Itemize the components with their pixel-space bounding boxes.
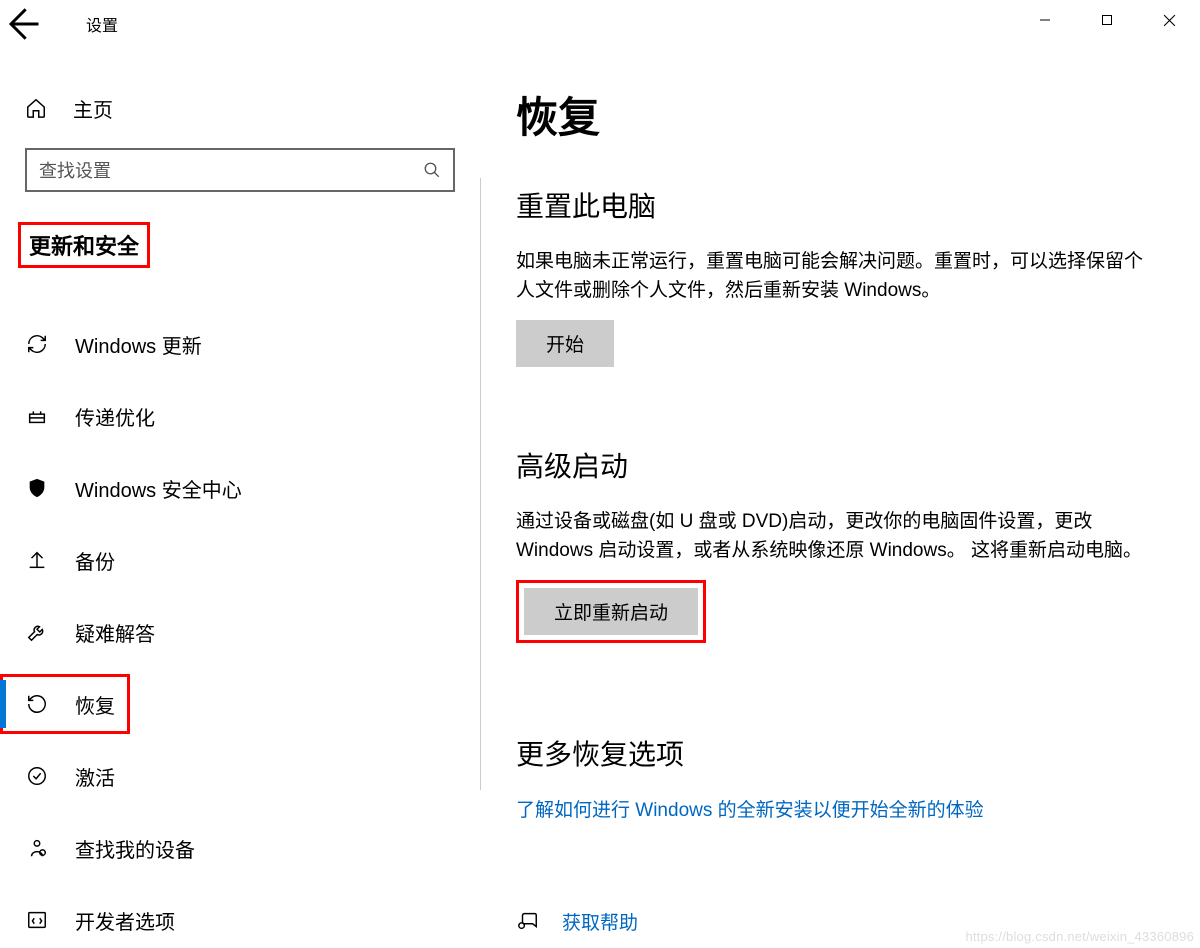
app-title: 设置	[86, 12, 118, 36]
shield-icon	[26, 477, 48, 499]
sidebar-item-label: 备份	[75, 546, 115, 575]
advanced-heading: 高级启动	[516, 445, 1160, 485]
sync-icon	[26, 333, 48, 355]
code-icon	[26, 909, 48, 931]
recovery-icon	[26, 693, 48, 715]
sidebar-item-developers[interactable]: 开发者选项	[0, 890, 480, 948]
search-icon	[423, 161, 441, 179]
sidebar-item-delivery-optimization[interactable]: 传递优化	[0, 386, 480, 446]
close-button[interactable]	[1138, 0, 1200, 40]
reset-description: 如果电脑未正常运行，重置电脑可能会解决问题。重置时，可以选择保留个人文件或删除个…	[516, 247, 1160, 306]
help-chat-icon	[517, 910, 539, 932]
sidebar-item-troubleshoot[interactable]: 疑难解答	[0, 602, 480, 662]
section-advanced-startup: 高级启动 通过设备或磁盘(如 U 盘或 DVD)启动，更改你的电脑固件设置，更改…	[516, 445, 1160, 643]
sidebar-item-label: 疑难解答	[75, 618, 155, 647]
sidebar-item-label: 开发者选项	[75, 906, 175, 935]
sidebar-nav: Windows 更新 传递优化 Windows 安全中心 备份 疑难解答 恢复	[0, 314, 480, 948]
vertical-divider	[480, 178, 481, 790]
page-title: 恢复	[516, 84, 1160, 145]
sidebar-item-label: 查找我的设备	[75, 834, 195, 863]
section-reset-pc: 重置此电脑 如果电脑未正常运行，重置电脑可能会解决问题。重置时，可以选择保留个人…	[516, 185, 1160, 367]
sidebar-category: 更新和安全	[18, 222, 150, 268]
sidebar-item-label: Windows 安全中心	[75, 474, 242, 503]
advanced-description: 通过设备或磁盘(如 U 盘或 DVD)启动，更改你的电脑固件设置，更改 Wind…	[516, 507, 1160, 566]
sidebar-item-label: 激活	[75, 762, 115, 791]
sidebar-item-label: 恢复	[75, 690, 115, 719]
search-placeholder: 查找设置	[39, 157, 423, 183]
reset-heading: 重置此电脑	[516, 185, 1160, 225]
search-input[interactable]: 查找设置	[25, 148, 455, 192]
sidebar-home[interactable]: 主页	[0, 84, 480, 132]
sidebar-item-label: 传递优化	[75, 402, 155, 431]
wrench-icon	[26, 621, 48, 643]
restart-button-highlight: 立即重新启动	[516, 580, 706, 643]
sidebar-item-recovery[interactable]: 恢复	[0, 674, 130, 734]
delivery-icon	[26, 405, 48, 427]
restart-now-button[interactable]: 立即重新启动	[524, 588, 698, 635]
arrow-left-icon	[0, 2, 44, 46]
close-icon	[1163, 14, 1176, 27]
home-icon	[25, 97, 47, 119]
maximize-icon	[1101, 14, 1113, 26]
more-heading: 更多恢复选项	[516, 733, 1160, 773]
back-button[interactable]	[0, 0, 44, 48]
sidebar-item-activation[interactable]: 激活	[0, 746, 480, 806]
sidebar-home-label: 主页	[73, 94, 113, 123]
sidebar: 主页 查找设置 更新和安全 Windows 更新 传递优化 Windows 安全…	[0, 48, 480, 948]
sidebar-item-windows-security[interactable]: Windows 安全中心	[0, 458, 480, 518]
get-help-label: 获取帮助	[562, 908, 638, 935]
sidebar-item-backup[interactable]: 备份	[0, 530, 480, 590]
maximize-button[interactable]	[1076, 0, 1138, 40]
watermark: https://blog.csdn.net/weixin_43360896	[965, 929, 1194, 944]
minimize-icon	[1039, 14, 1051, 26]
title-bar: 设置	[0, 0, 1200, 48]
fresh-install-link[interactable]: 了解如何进行 Windows 的全新安装以便开始全新的体验	[516, 795, 984, 822]
section-more-recovery: 更多恢复选项 了解如何进行 Windows 的全新安装以便开始全新的体验	[516, 733, 1160, 822]
sidebar-item-windows-update[interactable]: Windows 更新	[0, 314, 480, 374]
minimize-button[interactable]	[1014, 0, 1076, 40]
backup-icon	[26, 549, 48, 571]
sidebar-item-find-my-device[interactable]: 查找我的设备	[0, 818, 480, 878]
check-circle-icon	[26, 765, 48, 787]
location-person-icon	[26, 837, 48, 859]
main-content: 恢复 重置此电脑 如果电脑未正常运行，重置电脑可能会解决问题。重置时，可以选择保…	[480, 48, 1200, 948]
reset-start-button[interactable]: 开始	[516, 320, 614, 367]
window-controls	[1014, 0, 1200, 40]
sidebar-item-label: Windows 更新	[75, 330, 202, 359]
